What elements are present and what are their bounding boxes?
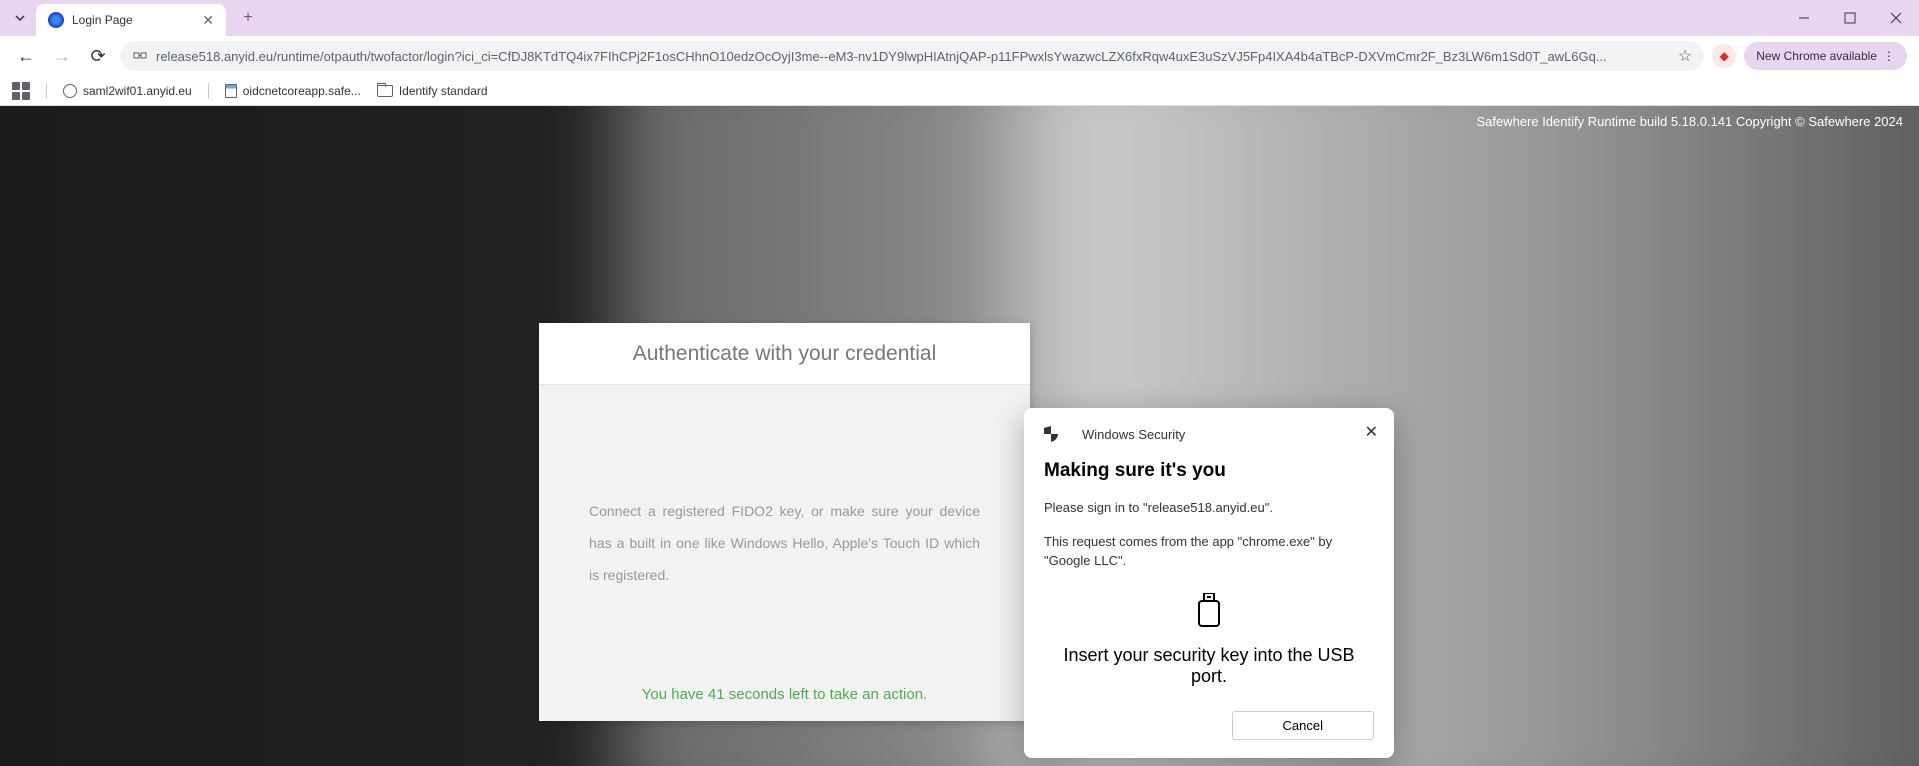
globe-icon [63, 84, 77, 98]
new-chrome-chip[interactable]: New Chrome available ⋮ [1744, 42, 1907, 70]
tab-search-button[interactable] [8, 6, 32, 30]
window-controls [1781, 0, 1919, 36]
auth-title: Authenticate with your credential [539, 323, 1030, 385]
forward-button[interactable]: → [48, 42, 76, 70]
dialog-signin-text: Please sign in to "release518.anyid.eu". [1044, 498, 1374, 518]
bookmark-label: saml2wif01.anyid.eu [83, 84, 192, 98]
bookmark-label: Identify standard [399, 84, 488, 98]
site-info-icon[interactable] [132, 48, 148, 64]
auth-body: Connect a registered FIDO2 key, or make … [539, 385, 1030, 721]
document-icon [225, 84, 237, 98]
tab-title: Login Page [72, 13, 194, 27]
shield-icon [1044, 426, 1058, 442]
dialog-close-button[interactable]: ✕ [1365, 422, 1378, 442]
url-text: release518.anyid.eu/runtime/otpauth/twof… [156, 49, 1670, 64]
copyright-text: Safewhere Identify Runtime build 5.18.0.… [1476, 114, 1903, 129]
extension-icon[interactable]: ◆ [1712, 44, 1736, 68]
new-tab-button[interactable]: + [234, 4, 262, 32]
dialog-request-text: This request comes from the app "chrome.… [1044, 532, 1374, 571]
separator [46, 83, 47, 99]
chip-label: New Chrome available [1756, 49, 1877, 63]
dialog-heading: Making sure it's you [1044, 460, 1374, 482]
close-window-button[interactable] [1873, 0, 1919, 36]
browser-tab[interactable]: Login Page ✕ [36, 4, 226, 36]
cancel-button[interactable]: Cancel [1232, 711, 1374, 740]
usb-key-icon [1044, 593, 1374, 627]
separator [208, 83, 209, 99]
bookmark-star-icon[interactable]: ☆ [1678, 46, 1692, 66]
back-button[interactable]: ← [12, 42, 40, 70]
bookmark-saml[interactable]: saml2wif01.anyid.eu [63, 84, 192, 98]
page-content: Safewhere Identify Runtime build 5.18.0.… [0, 106, 1919, 766]
dialog-buttons: Cancel [1044, 711, 1374, 740]
address-bar[interactable]: release518.anyid.eu/runtime/otpauth/twof… [120, 41, 1704, 71]
bookmarks-bar: saml2wif01.anyid.eu oidcnetcoreapp.safe.… [0, 76, 1919, 106]
bookmark-label: oidcnetcoreapp.safe... [243, 84, 361, 98]
windows-security-dialog: ✕ Windows Security Making sure it's you … [1024, 408, 1394, 758]
bookmark-identify[interactable]: Identify standard [377, 84, 488, 98]
favicon-icon [48, 12, 64, 28]
auth-countdown: You have 41 seconds left to take an acti… [539, 686, 1030, 703]
dialog-title-row: Windows Security [1044, 426, 1374, 442]
address-bar-row: ← → ⟳ release518.anyid.eu/runtime/otpaut… [0, 36, 1919, 76]
apps-button[interactable] [12, 82, 30, 100]
minimize-button[interactable] [1781, 0, 1827, 36]
close-tab-button[interactable]: ✕ [202, 12, 214, 29]
reload-button[interactable]: ⟳ [84, 42, 112, 70]
browser-tab-bar: Login Page ✕ + [0, 0, 1919, 36]
folder-icon [377, 85, 393, 97]
maximize-button[interactable] [1827, 0, 1873, 36]
auth-description: Connect a registered FIDO2 key, or make … [589, 495, 980, 592]
dialog-instruction: Insert your security key into the USB po… [1044, 645, 1374, 687]
menu-dots-icon: ⋮ [1883, 49, 1895, 63]
bookmark-oidc[interactable]: oidcnetcoreapp.safe... [225, 84, 361, 98]
auth-card: Authenticate with your credential Connec… [539, 323, 1030, 721]
dialog-app-name: Windows Security [1082, 427, 1185, 442]
